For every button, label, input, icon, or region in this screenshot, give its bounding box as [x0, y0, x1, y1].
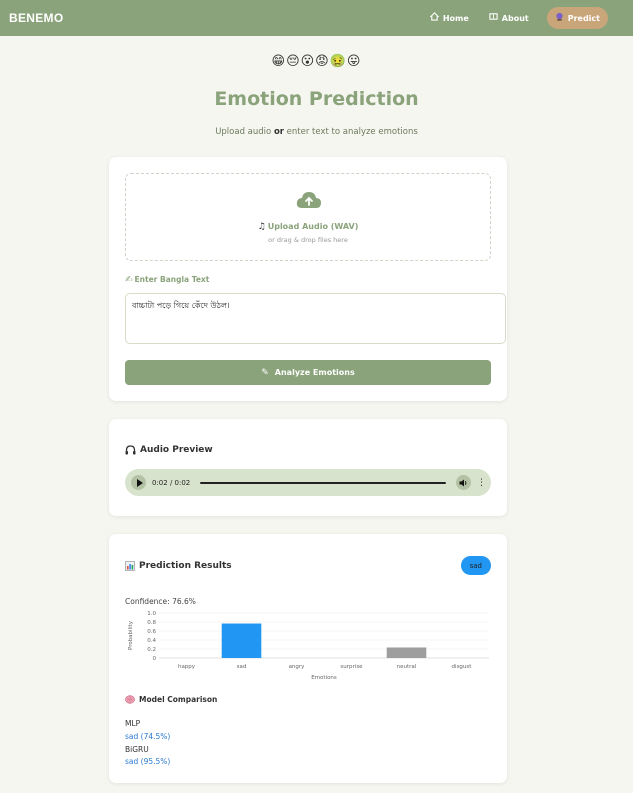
nav-about-link[interactable]: About [489, 12, 529, 24]
upload-audio-label[interactable]: ♫ Upload Audio (WAV) [126, 222, 490, 232]
page-title: Emotion Prediction [214, 88, 419, 110]
cloud-upload-icon [296, 192, 321, 208]
audio-preview-title-text: Audio Preview [140, 445, 213, 455]
subtitle-or: or [273, 127, 284, 137]
chart-bar [386, 647, 427, 658]
emotion-emoji-row: 😁😔😮😡🤢😛 [271, 54, 362, 69]
upload-hint: or drag & drop files here [268, 236, 348, 244]
nav-home-link[interactable]: Home [429, 12, 469, 24]
music-note-icon: ♫ [257, 222, 266, 232]
chart-x-tick-label: disgust [452, 664, 473, 670]
writing-hand-icon: ✍ [125, 275, 133, 285]
audio-preview-card: Audio Preview 0:02 / 0:02 ⋮ [109, 419, 507, 516]
bar-chart-icon [125, 561, 135, 571]
model-list: MLP sad (74.5%) BiGRU sad (95.5%) [125, 718, 170, 769]
chart-x-tick-label: surprise [340, 664, 363, 670]
nav-predict-label: Predict [567, 13, 600, 23]
crystal-ball-icon [555, 12, 564, 24]
chart-y-tick-label: 0 [153, 656, 157, 662]
nav-predict-link[interactable]: Predict [546, 7, 608, 29]
upload-audio-text: Upload Audio (WAV) [267, 222, 359, 231]
input-card: ♫ Upload Audio (WAV) or drag & drop files… [109, 157, 507, 401]
chart-y-tick-label: 0.4 [147, 638, 156, 644]
model-result: sad (95.5%) [125, 757, 171, 767]
audio-player: 0:02 / 0:02 ⋮ [125, 469, 491, 496]
chart-x-axis-label: Emotions [311, 675, 337, 681]
chart-x-tick-label: angry [289, 664, 306, 670]
more-options-icon[interactable]: ⋮ [477, 478, 486, 488]
model-comparison-title-text: Model Comparison [139, 695, 218, 704]
home-icon [429, 12, 440, 24]
audio-dropzone[interactable]: ♫ Upload Audio (WAV) or drag & drop files… [125, 173, 491, 261]
volume-icon [459, 479, 467, 486]
results-card: Prediction Results sad Confidence: 76.6%… [109, 534, 507, 783]
chart-y-axis-label: Probability [128, 620, 134, 650]
chart-bar [221, 623, 262, 658]
model-result: sad (74.5%) [125, 731, 171, 741]
book-icon [489, 12, 498, 24]
confidence-text: Confidence: 76.6% [125, 597, 196, 606]
navbar: BENEMO Home About Predict [0, 0, 633, 36]
chart-y-tick-label: 0.8 [147, 620, 156, 626]
bangla-text-input[interactable]: বাচ্চাটা পড়ে গিয়ে কেঁদে উঠল। [125, 293, 506, 344]
text-input-label-text: Enter Bangla Text [134, 275, 210, 284]
nav-links: Home About Predict [410, 7, 624, 29]
chart-y-tick-label: 1.0 [147, 611, 156, 617]
pencil-icon: ✎ [261, 367, 269, 378]
analyze-button-label: Analyze Emotions [274, 368, 355, 377]
model-name: MLP [125, 719, 141, 728]
results-title-text: Prediction Results [139, 561, 232, 571]
audio-preview-title: Audio Preview [125, 445, 213, 455]
brand-logo[interactable]: BENEMO [9, 11, 63, 25]
subtitle-text-2: enter text to analyze emotions [283, 127, 418, 137]
analyze-emotions-button[interactable]: ✎ Analyze Emotions [125, 360, 491, 385]
chart-y-tick-label: 0.2 [147, 647, 156, 653]
subtitle-text-1: Upload audio [215, 127, 274, 137]
page-subtitle: Upload audio or enter text to analyze em… [0, 127, 633, 137]
emotion-probability-chart: 0 0.2 0.4 0.6 0.8 1.0 happy sad angry surprise neu… [128, 611, 489, 681]
chart-x-tick-label: sad [237, 664, 247, 670]
model-comparison-title: Model Comparison [125, 695, 217, 704]
headphones-icon [125, 445, 136, 455]
chart-y-tick-label: 0.6 [147, 629, 156, 635]
results-title: Prediction Results [125, 561, 232, 571]
nav-home-label: Home [442, 13, 469, 23]
predicted-emotion-badge: sad [460, 556, 491, 575]
model-name: BiGRU [125, 744, 149, 754]
play-button[interactable] [131, 475, 146, 490]
chart-x-tick-label: happy [178, 664, 196, 670]
play-icon [136, 478, 143, 487]
chart-x-tick-label: neutral [397, 664, 417, 670]
audio-progress-bar[interactable] [200, 481, 446, 484]
text-input-label: ✍ Enter Bangla Text [125, 275, 209, 285]
nav-about-label: About [501, 13, 529, 23]
volume-button[interactable] [456, 475, 471, 490]
audio-time: 0:02 / 0:02 [152, 478, 191, 487]
brain-icon [125, 695, 135, 704]
